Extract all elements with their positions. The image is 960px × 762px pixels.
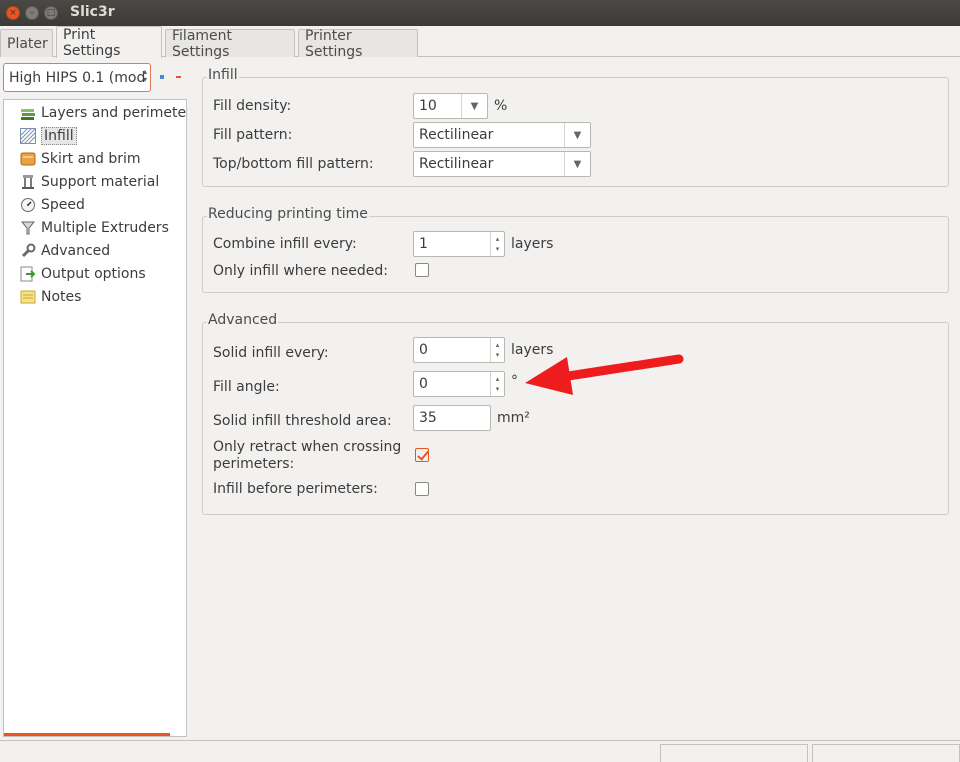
title-bar: × – □ Slic3r xyxy=(0,0,960,26)
tab-plater[interactable]: Plater xyxy=(0,29,53,57)
preset-value: High HIPS 0.1 (mod xyxy=(9,69,146,86)
fill-density-unit: % xyxy=(494,98,508,114)
infill-group-title: Infill xyxy=(207,67,239,83)
solid-infill-every-spinner[interactable]: 0 ▴ ▾ xyxy=(413,337,505,363)
infill-group: Infill Fill density: 10 ▼ % Fill pattern… xyxy=(202,67,949,187)
maximize-window-button[interactable]: □ xyxy=(44,6,58,20)
layers-icon xyxy=(20,105,36,121)
reducing-time-group-title: Reducing printing time xyxy=(207,206,369,222)
tree-item-output[interactable]: Output options xyxy=(20,264,146,284)
tree-horizontal-scrollbar[interactable] xyxy=(4,733,170,736)
skirt-icon xyxy=(20,151,36,167)
fill-pattern-label: Fill pattern: xyxy=(213,127,293,143)
maximize-icon: □ xyxy=(46,7,56,18)
close-icon: × xyxy=(9,7,17,18)
advanced-group-title: Advanced xyxy=(207,312,279,328)
spinner-arrows-icon[interactable]: ▴ ▾ xyxy=(490,232,504,256)
solid-infill-every-label: Solid infill every: xyxy=(213,345,329,361)
chevron-down-icon[interactable]: ▼ xyxy=(564,152,590,176)
tree-item-advanced[interactable]: Advanced xyxy=(20,241,110,261)
close-window-button[interactable]: × xyxy=(6,6,20,20)
infill-before-perimeters-checkbox[interactable] xyxy=(415,482,429,496)
infill-icon xyxy=(19,127,37,145)
main-tabs: Plater Print Settings Filament Settings … xyxy=(0,26,960,60)
spinner-arrows-icon[interactable]: ▴ ▾ xyxy=(490,338,504,362)
delete-preset-icon[interactable] xyxy=(176,76,181,78)
combine-infill-label: Combine infill every: xyxy=(213,236,357,252)
only-infill-needed-checkbox[interactable] xyxy=(415,263,429,277)
tab-filament-settings[interactable]: Filament Settings xyxy=(165,28,295,60)
infill-before-perimeters-label: Infill before perimeters: xyxy=(213,481,378,497)
spinner-arrows-icon[interactable]: ▴ ▾ xyxy=(490,372,504,396)
minimize-window-button[interactable]: – xyxy=(25,6,39,20)
window-title: Slic3r xyxy=(70,4,115,20)
fill-density-label: Fill density: xyxy=(213,98,292,114)
fill-angle-label: Fill angle: xyxy=(213,379,280,395)
fill-pattern-select[interactable]: Rectilinear ▼ xyxy=(413,122,591,148)
solid-threshold-input[interactable]: 35 xyxy=(413,405,491,431)
only-retract-checkbox[interactable] xyxy=(415,448,429,462)
fill-angle-spinner[interactable]: 0 ▴ ▾ xyxy=(413,371,505,397)
wrench-icon xyxy=(20,243,36,259)
annotation-arrow-icon xyxy=(525,354,684,395)
support-icon xyxy=(20,174,36,190)
output-icon xyxy=(20,266,36,282)
preset-spin-icon: ▴ ▾ xyxy=(142,67,147,84)
tree-item-extruders[interactable]: Multiple Extruders xyxy=(20,218,169,238)
status-bar xyxy=(0,740,960,762)
only-retract-label-line1: Only retract when crossing xyxy=(213,439,402,455)
tree-item-notes[interactable]: Notes xyxy=(20,287,81,307)
only-retract-label-line2: perimeters: xyxy=(213,456,295,472)
funnel-icon xyxy=(20,220,36,236)
status-cell-2 xyxy=(812,744,960,762)
top-bottom-pattern-label: Top/bottom fill pattern: xyxy=(213,156,374,172)
tree-item-layers[interactable]: Layers and perimeters xyxy=(20,103,186,123)
combine-infill-unit: layers xyxy=(511,236,554,252)
fill-density-combo[interactable]: 10 ▼ xyxy=(413,93,488,119)
notes-icon xyxy=(20,289,36,305)
tree-item-infill[interactable]: Infill xyxy=(19,126,77,146)
chevron-down-icon[interactable]: ▼ xyxy=(461,94,487,118)
reducing-time-group: Reducing printing time Combine infill ev… xyxy=(202,206,949,293)
speed-icon xyxy=(20,197,36,213)
minimize-icon: – xyxy=(29,7,35,18)
only-infill-needed-label: Only infill where needed: xyxy=(213,263,388,279)
chevron-down-icon[interactable]: ▼ xyxy=(564,123,590,147)
solid-threshold-label: Solid infill threshold area: xyxy=(213,413,392,429)
tab-print-settings[interactable]: Print Settings xyxy=(56,26,162,59)
combine-infill-spinner[interactable]: 1 ▴ ▾ xyxy=(413,231,505,257)
preset-selector[interactable]: High HIPS 0.1 (mod ▴ ▾ xyxy=(3,63,151,92)
settings-tree: Layers and perimeters Infill Skirt and b… xyxy=(3,99,187,737)
status-cell-1 xyxy=(660,744,808,762)
tab-printer-settings[interactable]: Printer Settings xyxy=(298,28,418,60)
tree-item-speed[interactable]: Speed xyxy=(20,195,85,215)
tree-item-support[interactable]: Support material xyxy=(20,172,159,192)
solid-threshold-unit: mm² xyxy=(497,410,530,426)
save-preset-icon[interactable] xyxy=(160,75,164,79)
top-bottom-pattern-select[interactable]: Rectilinear ▼ xyxy=(413,151,591,177)
tree-item-skirt[interactable]: Skirt and brim xyxy=(20,149,141,169)
